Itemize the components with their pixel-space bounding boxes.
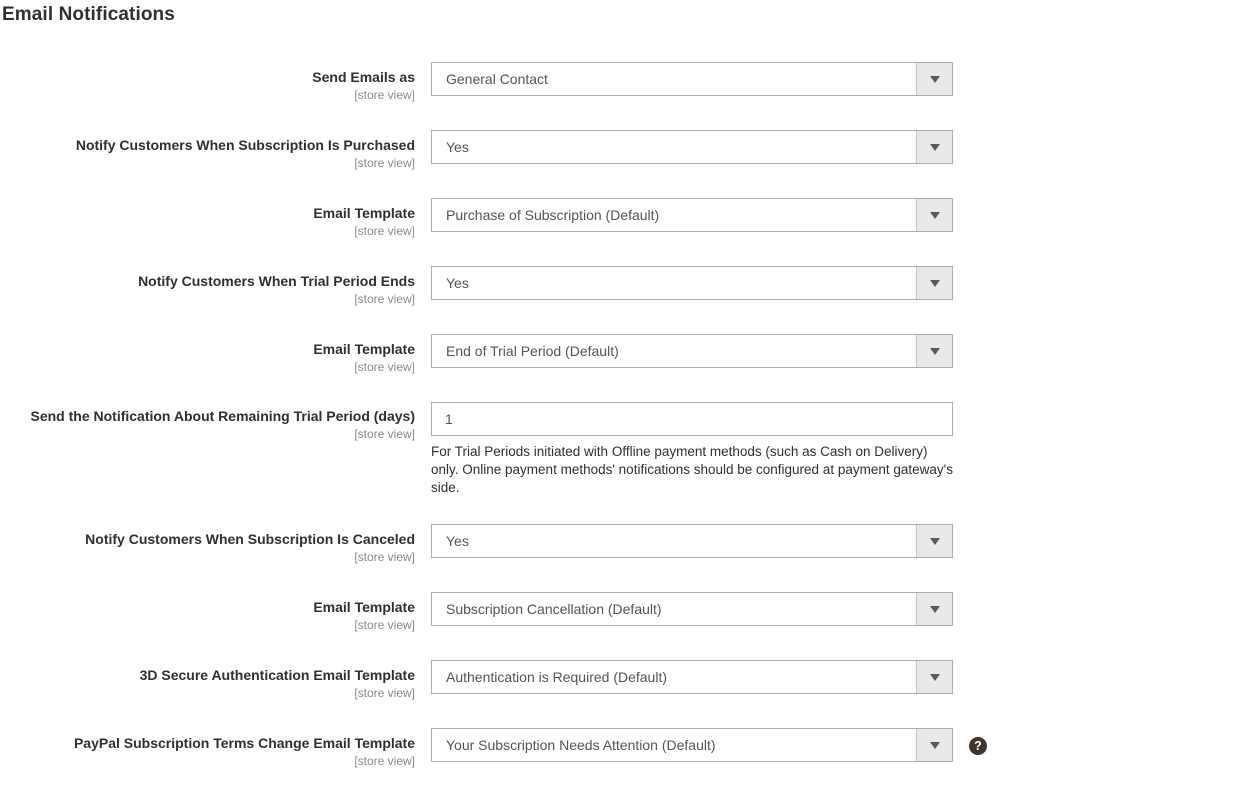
label-text: Email Template: [313, 341, 415, 357]
field-control: Yes: [415, 130, 1257, 164]
select-value: General Contact: [446, 71, 548, 87]
chevron-down-icon: [929, 211, 940, 219]
label-text: Email Template: [313, 205, 415, 221]
field-label-email-template-cancellation: Email Template [store view]: [0, 592, 415, 633]
select-arrow-button[interactable]: [916, 335, 952, 367]
select-value: Yes: [446, 139, 469, 155]
field-control: Your Subscription Needs Attention (Defau…: [415, 728, 1257, 762]
select-email-template-cancellation[interactable]: Subscription Cancellation (Default): [431, 592, 953, 626]
scope-label: [store view]: [354, 686, 415, 700]
question-mark-icon[interactable]: ?: [969, 737, 987, 755]
field-control: End of Trial Period (Default): [415, 334, 1257, 368]
field-label-notify-subscription-purchased: Notify Customers When Subscription Is Pu…: [0, 130, 415, 171]
select-arrow-button[interactable]: [916, 525, 952, 557]
field-control: For Trial Periods initiated with Offline…: [415, 402, 1257, 497]
scope-label: [store view]: [354, 550, 415, 564]
field-row-email-template-purchase: Email Template [store view] Purchase of …: [0, 198, 1257, 239]
field-label-email-template-trial-end: Email Template [store view]: [0, 334, 415, 375]
field-label-email-template-paypal-terms-change: PayPal Subscription Terms Change Email T…: [0, 728, 415, 769]
select-arrow-button[interactable]: [916, 267, 952, 299]
scope-label: [store view]: [354, 618, 415, 632]
field-label-notify-trial-period-ends: Notify Customers When Trial Period Ends …: [0, 266, 415, 307]
field-row-notify-trial-period-ends: Notify Customers When Trial Period Ends …: [0, 266, 1257, 307]
select-value: Subscription Cancellation (Default): [446, 601, 662, 617]
field-control: General Contact: [415, 62, 1257, 96]
select-value: Your Subscription Needs Attention (Defau…: [446, 737, 716, 753]
field-row-email-template-cancellation: Email Template [store view] Subscription…: [0, 592, 1257, 633]
field-control: Yes: [415, 266, 1257, 300]
field-row-send-emails-as: Send Emails as [store view] General Cont…: [0, 62, 1257, 103]
label-text: Send the Notification About Remaining Tr…: [30, 408, 415, 424]
chevron-down-icon: [929, 605, 940, 613]
select-value: End of Trial Period (Default): [446, 343, 619, 359]
select-send-emails-as[interactable]: General Contact: [431, 62, 953, 96]
select-email-template-purchase[interactable]: Purchase of Subscription (Default): [431, 198, 953, 232]
remaining-trial-period-days-input[interactable]: [431, 402, 953, 436]
label-text: Notify Customers When Subscription Is Ca…: [85, 531, 415, 547]
email-notifications-form: Send Emails as [store view] General Cont…: [0, 62, 1257, 796]
chevron-down-icon: [929, 537, 940, 545]
select-arrow-button[interactable]: [916, 661, 952, 693]
scope-label: [store view]: [354, 224, 415, 238]
select-value: Purchase of Subscription (Default): [446, 207, 660, 223]
page-title: Email Notifications: [2, 4, 175, 25]
field-row-email-template-trial-end: Email Template [store view] End of Trial…: [0, 334, 1257, 375]
select-arrow-button[interactable]: [916, 593, 952, 625]
field-control: Authentication is Required (Default): [415, 660, 1257, 694]
select-notify-subscription-canceled[interactable]: Yes: [431, 524, 953, 558]
select-arrow-button[interactable]: [916, 131, 952, 163]
field-label-email-template-purchase: Email Template [store view]: [0, 198, 415, 239]
scope-label: [store view]: [354, 292, 415, 306]
label-text: Notify Customers When Subscription Is Pu…: [75, 137, 415, 153]
field-row-notify-subscription-purchased: Notify Customers When Subscription Is Pu…: [0, 130, 1257, 171]
scope-label: [store view]: [354, 427, 415, 441]
field-row-remaining-trial-period-days: Send the Notification About Remaining Tr…: [0, 402, 1257, 497]
scope-label: [store view]: [354, 360, 415, 374]
field-row-email-template-3d-secure: 3D Secure Authentication Email Template …: [0, 660, 1257, 701]
select-email-template-3d-secure[interactable]: Authentication is Required (Default): [431, 660, 953, 694]
chevron-down-icon: [929, 347, 940, 355]
select-arrow-button[interactable]: [916, 199, 952, 231]
label-text: Email Template: [313, 599, 415, 615]
field-label-remaining-trial-period-days: Send the Notification About Remaining Tr…: [0, 402, 415, 442]
select-value: Yes: [446, 275, 469, 291]
select-notify-trial-period-ends[interactable]: Yes: [431, 266, 953, 300]
label-text: 3D Secure Authentication Email Template: [139, 667, 415, 683]
field-row-email-template-paypal-terms-change: PayPal Subscription Terms Change Email T…: [0, 728, 1257, 769]
select-arrow-button[interactable]: [916, 63, 952, 95]
select-arrow-button[interactable]: [916, 729, 952, 761]
scope-label: [store view]: [354, 88, 415, 102]
chevron-down-icon: [929, 673, 940, 681]
field-control: Subscription Cancellation (Default): [415, 592, 1257, 626]
chevron-down-icon: [929, 741, 940, 749]
scope-label: [store view]: [354, 754, 415, 768]
field-note: For Trial Periods initiated with Offline…: [431, 444, 953, 495]
chevron-down-icon: [929, 143, 940, 151]
select-notify-subscription-purchased[interactable]: Yes: [431, 130, 953, 164]
field-label-notify-subscription-canceled: Notify Customers When Subscription Is Ca…: [0, 524, 415, 565]
field-row-notify-subscription-canceled: Notify Customers When Subscription Is Ca…: [0, 524, 1257, 565]
label-text: PayPal Subscription Terms Change Email T…: [73, 735, 415, 751]
chevron-down-icon: [929, 75, 940, 83]
label-text: Send Emails as: [312, 69, 415, 85]
chevron-down-icon: [929, 279, 940, 287]
field-label-send-emails-as: Send Emails as [store view]: [0, 62, 415, 103]
field-label-email-template-3d-secure: 3D Secure Authentication Email Template …: [0, 660, 415, 701]
select-email-template-paypal-terms-change[interactable]: Your Subscription Needs Attention (Defau…: [431, 728, 953, 762]
select-value: Authentication is Required (Default): [446, 669, 668, 685]
field-control: Purchase of Subscription (Default): [415, 198, 1257, 232]
select-value: Yes: [446, 533, 469, 549]
field-control: Yes: [415, 524, 1257, 558]
scope-label: [store view]: [354, 156, 415, 170]
label-text: Notify Customers When Trial Period Ends: [138, 273, 415, 289]
select-email-template-trial-end[interactable]: End of Trial Period (Default): [431, 334, 953, 368]
